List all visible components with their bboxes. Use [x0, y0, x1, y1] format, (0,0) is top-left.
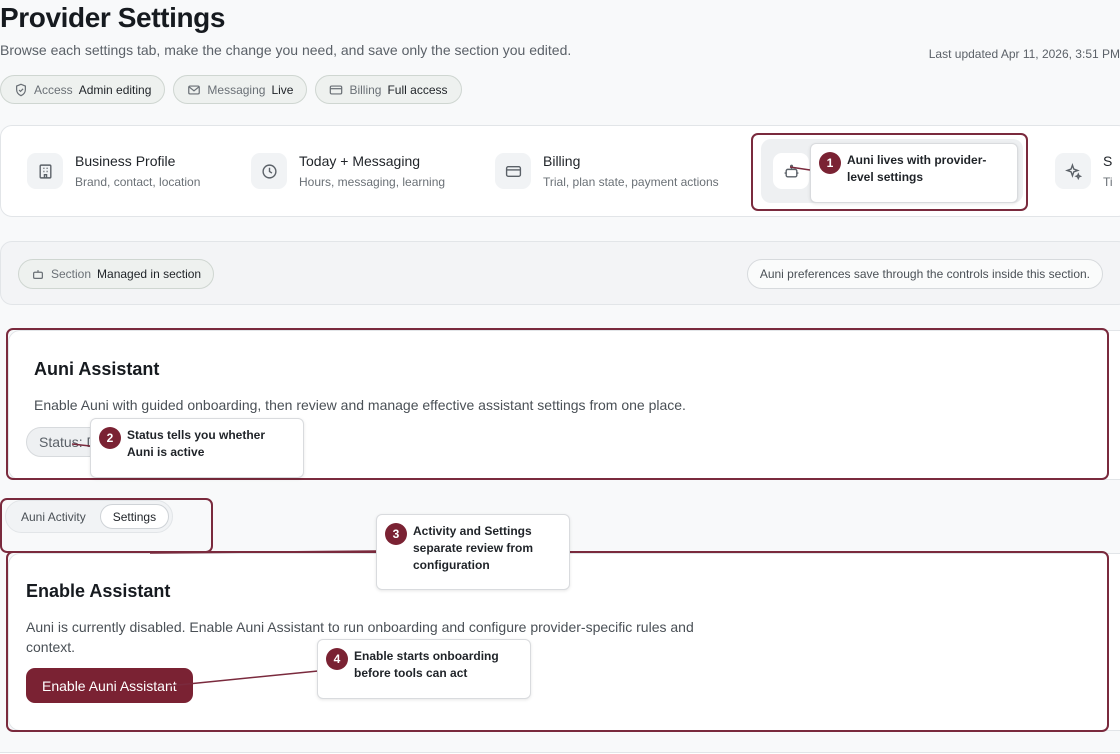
callout-number: 1 [819, 152, 841, 174]
status-chips: Access Admin editing Messaging Live Bill… [0, 75, 462, 104]
callout-number: 3 [385, 523, 407, 545]
section-chip: Section Managed in section [18, 259, 215, 289]
callout-text: Activity and Settings separate review fr… [413, 524, 534, 572]
callout-number: 4 [326, 648, 348, 670]
chip-value: Managed in section [97, 267, 202, 281]
tab-billing[interactable]: Billing Trial, plan state, payment actio… [483, 139, 731, 203]
building-icon [27, 153, 63, 189]
chip-label: Section [51, 267, 92, 281]
tab-more[interactable]: S Ti [1043, 139, 1120, 203]
credit-card-icon [495, 153, 531, 189]
tab-title: S [1103, 153, 1113, 169]
tab-today-messaging[interactable]: Today + Messaging Hours, messaging, lear… [239, 139, 457, 203]
tab-title: Today + Messaging [299, 153, 421, 169]
callout-number: 2 [99, 427, 121, 449]
tab-subtitle: Hours, messaging, learning [299, 175, 446, 189]
billing-chip: Billing Full access [315, 75, 462, 104]
robot-icon [31, 267, 45, 281]
tab-business-profile[interactable]: Business Profile Brand, contact, locatio… [15, 139, 212, 203]
tab-subtitle: Brand, contact, location [75, 175, 201, 189]
callout-2: 2 Status tells you whether Auni is activ… [90, 418, 304, 478]
section-bar: Section Managed in section Auni preferen… [0, 241, 1120, 305]
callout-4: 4 Enable starts onboarding before tools … [317, 639, 531, 699]
section-save-note: Auni preferences save through the contro… [746, 259, 1103, 289]
last-updated-text: Last updated Apr 11, 2026, 3:51 PM [928, 47, 1120, 61]
tab-subtitle: Ti [1103, 175, 1113, 189]
access-chip: Access Admin editing [0, 75, 166, 104]
chip-value: Admin editing [78, 82, 152, 97]
tab-title: Business Profile [75, 153, 176, 169]
sparkles-icon [1055, 153, 1091, 189]
chip-value: Full access [387, 82, 448, 97]
callout-text: Status tells you whether Auni is active [127, 428, 266, 459]
callout-text: Enable starts onboarding before tools ca… [354, 649, 499, 680]
tab-title: Billing [543, 153, 581, 169]
callout-1: 1 Auni lives with provider-level setting… [810, 143, 1018, 203]
highlight-box [0, 498, 213, 553]
page-subtitle: Browse each settings tab, make the chang… [0, 42, 572, 58]
page-title: Provider Settings [0, 2, 226, 33]
clock-icon [251, 153, 287, 189]
callout-text: Auni lives with provider-level settings [847, 153, 987, 184]
messaging-chip: Messaging Live [173, 75, 308, 104]
chip-label: Messaging [207, 82, 266, 97]
chip-value: Live [271, 82, 294, 97]
mail-icon [187, 83, 201, 97]
credit-card-icon [329, 83, 343, 97]
tab-subtitle: Trial, plan state, payment actions [543, 175, 719, 189]
shield-icon [14, 83, 28, 97]
chip-label: Access [34, 82, 73, 97]
callout-3: 3 Activity and Settings separate review … [376, 514, 570, 590]
chip-label: Billing [349, 82, 382, 97]
